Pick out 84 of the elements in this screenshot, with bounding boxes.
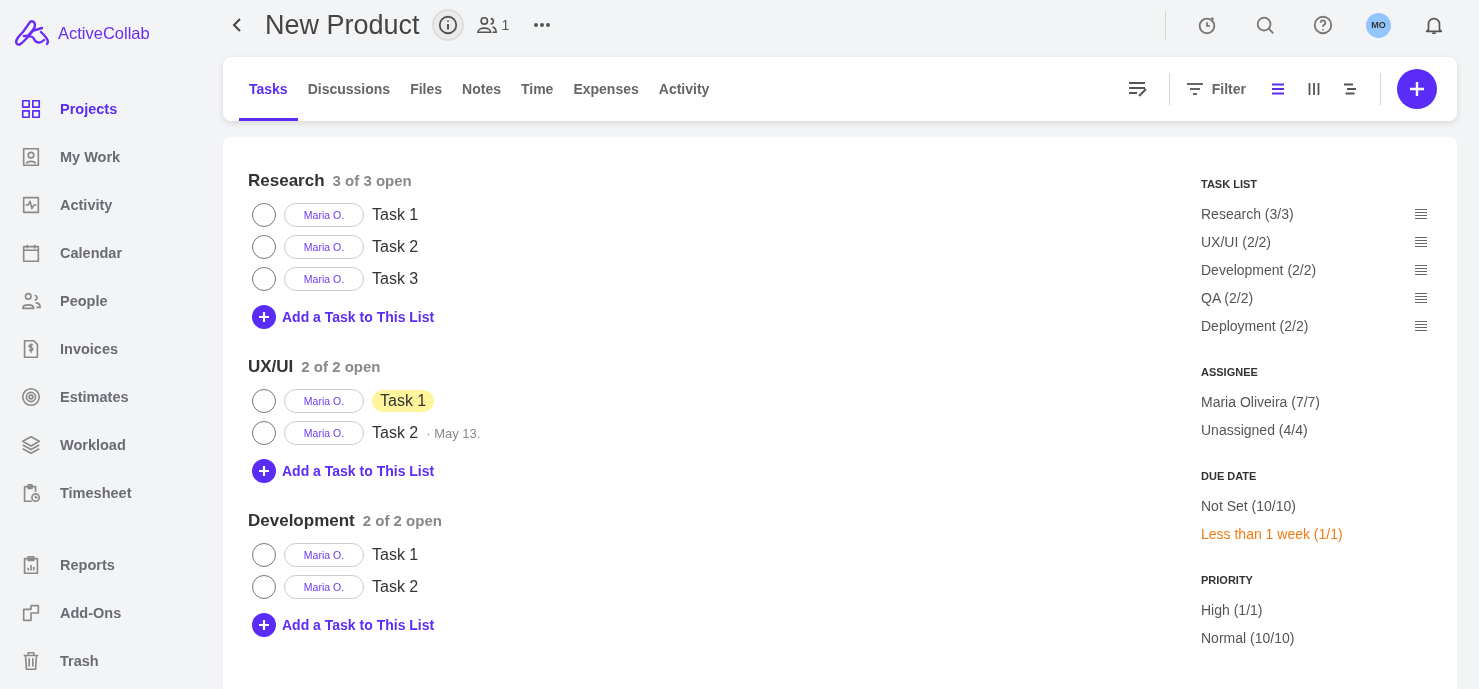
filter-option[interactable]: Development (2/2) xyxy=(1201,262,1317,278)
filter-icon xyxy=(1185,82,1204,96)
sidebar-item[interactable]: Estimates xyxy=(14,373,223,421)
filter-option[interactable]: Normal (10/10) xyxy=(1201,630,1295,646)
list-title: UX/UI xyxy=(248,357,294,377)
add-task-link[interactable]: Add a Task to This List xyxy=(248,613,1201,637)
more-icon xyxy=(533,22,552,28)
tab[interactable]: Activity xyxy=(648,57,720,121)
list-title: Development xyxy=(248,511,355,531)
filter-button[interactable]: Filter xyxy=(1185,81,1246,97)
filter-option[interactable]: Not Set (10/10) xyxy=(1201,498,1296,514)
edit-list-icon xyxy=(1126,80,1149,98)
add-on-icon xyxy=(20,602,42,624)
task-name[interactable]: Task 2 xyxy=(372,422,419,444)
task-name[interactable]: Task 2 xyxy=(372,576,419,598)
tab[interactable]: Expenses xyxy=(563,57,649,121)
sidebar-item[interactable]: Invoices xyxy=(14,325,223,373)
calendar-icon xyxy=(20,242,42,264)
sidebar-item[interactable]: Activity xyxy=(14,181,223,229)
filter-option[interactable]: UX/UI (2/2) xyxy=(1201,234,1271,250)
sidebar-item[interactable]: My Work xyxy=(14,133,223,181)
filter-option[interactable]: Maria Oliveira (7/7) xyxy=(1201,394,1321,410)
project-title: New Product xyxy=(265,9,420,41)
info-button[interactable] xyxy=(431,9,464,41)
drag-handle-icon[interactable] xyxy=(1415,208,1427,220)
filter-option[interactable]: Research (3/3) xyxy=(1201,206,1294,222)
add-button[interactable] xyxy=(1397,69,1437,109)
open-count: 2 of 2 open xyxy=(362,512,442,529)
grid-icon xyxy=(20,98,42,120)
open-count: 3 of 3 open xyxy=(332,172,412,189)
drag-handle-icon[interactable] xyxy=(1415,320,1427,332)
drag-handle-icon[interactable] xyxy=(1415,292,1427,304)
drag-handle-icon[interactable] xyxy=(1415,236,1427,248)
person-card-icon xyxy=(20,146,42,168)
plus-circle-icon xyxy=(252,305,276,329)
tab[interactable]: Time xyxy=(510,57,564,121)
search-icon xyxy=(1254,14,1276,36)
plus-circle-icon xyxy=(252,459,276,483)
layers-icon xyxy=(20,434,42,456)
filter-heading: PRIORITY xyxy=(1201,574,1254,586)
filter-option[interactable]: Deployment (2/2) xyxy=(1201,318,1309,334)
task-name[interactable]: Task 1 xyxy=(372,390,435,412)
target-icon xyxy=(20,386,42,408)
tab[interactable]: Discussions xyxy=(297,57,401,121)
task-name[interactable]: Task 1 xyxy=(372,544,419,566)
filter-heading: ASSIGNEE xyxy=(1201,366,1259,378)
info-icon xyxy=(436,14,459,36)
add-task-link[interactable]: Add a Task to This List xyxy=(248,459,1201,483)
sidebar-item[interactable]: Trash xyxy=(14,637,223,685)
due-date: · May 13. xyxy=(426,425,481,441)
tab[interactable]: Tasks xyxy=(239,57,298,121)
add-task-link[interactable]: Add a Task to This List xyxy=(248,305,1201,329)
sidebar-item[interactable]: Calendar xyxy=(14,229,223,277)
open-count: 2 of 2 open xyxy=(301,358,381,375)
sidebar-item[interactable]: Workload xyxy=(14,421,223,469)
filter-option[interactable]: Unassigned (4/4) xyxy=(1201,422,1308,438)
sidebar-item[interactable]: Reports xyxy=(14,541,223,589)
chevron-left-icon xyxy=(231,17,243,33)
pulse-icon xyxy=(20,194,42,216)
tab[interactable]: Notes xyxy=(452,57,511,121)
people-icon xyxy=(475,15,498,35)
members-button[interactable]: 1 xyxy=(475,15,510,35)
filter-option[interactable]: QA (2/2) xyxy=(1201,290,1254,306)
tab[interactable]: Files xyxy=(400,57,453,121)
plus-icon xyxy=(1407,79,1427,99)
help-icon xyxy=(1312,14,1334,36)
stopwatch-icon xyxy=(1196,14,1218,36)
sidebar-item[interactable]: Add-Ons xyxy=(14,589,223,637)
brand-name: ActiveCollab xyxy=(58,23,150,43)
task-name[interactable]: Task 2 xyxy=(372,236,419,258)
sidebar-item[interactable]: People xyxy=(14,277,223,325)
drag-handle-icon[interactable] xyxy=(1415,264,1427,276)
task-name[interactable]: Task 1 xyxy=(372,204,419,226)
plus-circle-icon xyxy=(252,613,276,637)
sidebar-item[interactable]: Timesheet xyxy=(14,469,223,517)
filter-heading: DUE DATE xyxy=(1201,470,1258,482)
user-avatar[interactable]: MO xyxy=(1366,12,1391,38)
sidebar-item[interactable]: Projects xyxy=(14,85,223,133)
filter-option[interactable]: High (1/1) xyxy=(1201,602,1263,618)
logo-icon xyxy=(14,18,50,48)
list-title: Research xyxy=(248,171,325,191)
filter-heading: TASK LIST xyxy=(1201,178,1258,190)
task-name[interactable]: Task 3 xyxy=(372,268,419,290)
people-icon xyxy=(20,290,42,312)
